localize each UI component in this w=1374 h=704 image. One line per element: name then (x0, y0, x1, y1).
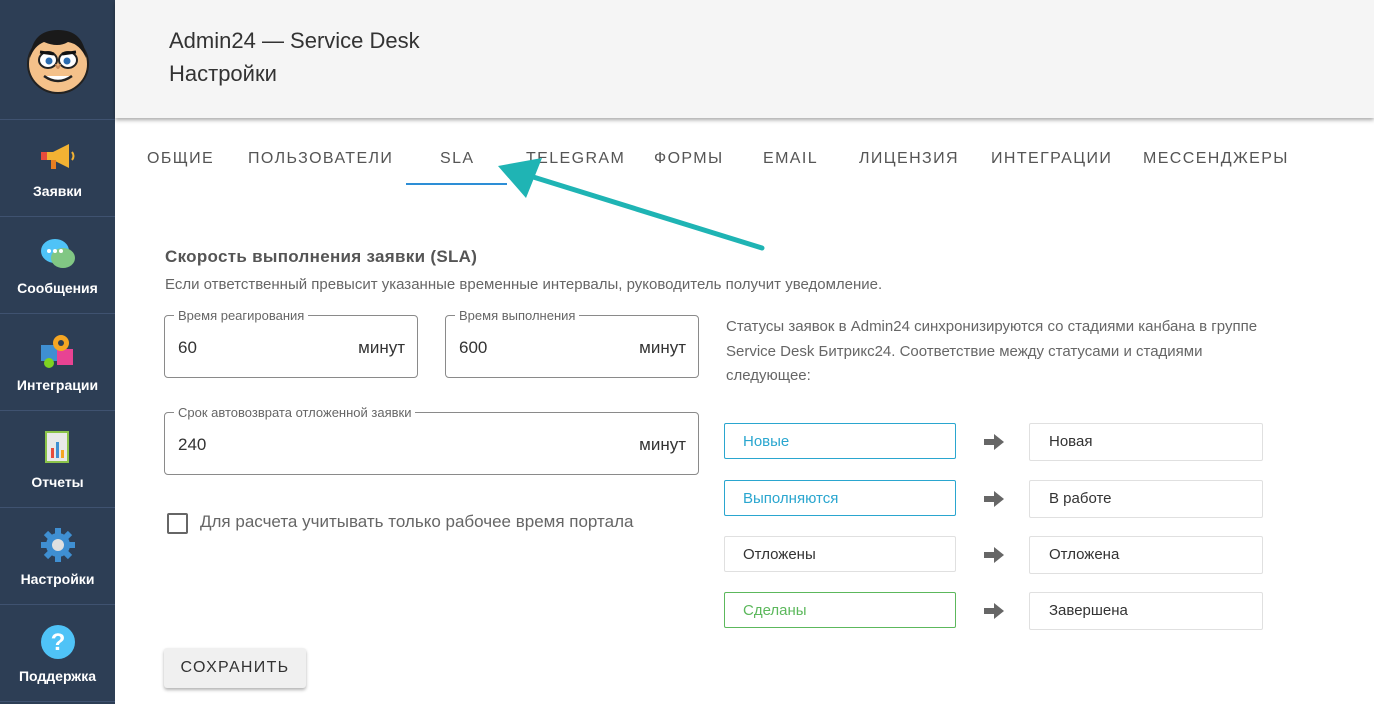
sidebar-item-label: Поддержка (18, 668, 97, 684)
status-sync-info: Статусы заявок в Admin24 синхронизируютс… (726, 318, 1258, 384)
tab-messengers[interactable]: МЕССЕНДЖЕРЫ (1143, 150, 1289, 168)
help-icon: ? (38, 622, 78, 662)
sidebar-item-messages[interactable]: Сообщения (0, 217, 115, 314)
execution-time-field[interactable]: Время выполнения 600 минут (445, 308, 699, 378)
tab-sla[interactable]: SLA (440, 150, 474, 168)
sidebar-item-integrations[interactable]: Интеграции (0, 314, 115, 411)
reaction-time-field[interactable]: Время реагирования 60 минут (164, 308, 418, 378)
field-value[interactable]: 240 (178, 435, 206, 455)
chat-bubbles-icon (38, 234, 78, 274)
puzzle-gear-icon (38, 331, 78, 371)
stage-done: Завершена (1029, 592, 1263, 630)
sla-section-title: Скорость выполнения заявки (SLA) (165, 247, 478, 266)
workhours-checkbox-label[interactable]: Для расчета учитывать только рабочее вре… (200, 512, 633, 532)
field-label: Время реагирования (174, 308, 309, 323)
report-icon (38, 428, 78, 468)
page-header: Admin24 — Service Desk Настройки (115, 0, 1374, 118)
arrow-right-icon (984, 491, 1004, 507)
sidebar-item-label: Интеграции (16, 377, 99, 393)
stage-new: Новая (1029, 423, 1263, 461)
field-unit: минут (639, 435, 686, 454)
arrow-right-icon (984, 434, 1004, 450)
tab-license[interactable]: ЛИЦЕНЗИЯ (859, 150, 959, 168)
sidebar-item-label: Заявки (33, 183, 82, 199)
field-value[interactable]: 60 (178, 338, 197, 358)
stage-in-progress: В работе (1029, 480, 1263, 518)
workhours-checkbox[interactable] (167, 513, 188, 534)
app-title: Admin24 — Service Desk (169, 28, 420, 53)
status-done: Сделаны (724, 592, 956, 628)
avatar[interactable] (0, 0, 115, 120)
page-title: Настройки (169, 61, 277, 86)
sidebar-item-support[interactable]: ? Поддержка (0, 605, 115, 702)
arrow-right-icon (984, 547, 1004, 563)
svg-text:?: ? (50, 629, 65, 656)
tab-general[interactable]: ОБЩИЕ (147, 150, 214, 168)
sidebar-item-label: Настройки (20, 571, 95, 587)
arrow-right-icon (984, 603, 1004, 619)
field-unit: минут (639, 338, 686, 357)
field-unit: минут (358, 338, 405, 357)
sidebar-item-reports[interactable]: Отчеты (0, 411, 115, 508)
sidebar-item-label: Отчеты (31, 474, 84, 490)
annotation-arrow-icon (498, 158, 765, 251)
gear-icon (38, 525, 78, 565)
sla-section-description: Если ответственный превысит указанные вр… (165, 276, 883, 293)
sidebar: Заявки Сообщения Интеграции Отчеты Настр… (0, 0, 115, 704)
autoreturn-field[interactable]: Срок автовозврата отложенной заявки 240 … (164, 405, 699, 475)
stage-postponed: Отложена (1029, 536, 1263, 574)
avatar-face-icon (26, 29, 89, 94)
sidebar-item-requests[interactable]: Заявки (0, 120, 115, 217)
megaphone-icon (38, 137, 78, 177)
field-value[interactable]: 600 (459, 338, 487, 358)
status-in-progress: Выполняются (724, 480, 956, 516)
status-postponed: Отложены (724, 536, 956, 572)
save-button[interactable]: СОХРАНИТЬ (164, 648, 306, 688)
status-new: Новые (724, 423, 956, 459)
tab-integrations[interactable]: ИНТЕГРАЦИИ (991, 150, 1112, 168)
sidebar-item-label: Сообщения (17, 280, 98, 296)
tab-users[interactable]: ПОЛЬЗОВАТЕЛИ (248, 150, 393, 168)
field-label: Время выполнения (455, 308, 580, 323)
field-label: Срок автовозврата отложенной заявки (174, 405, 416, 420)
sidebar-item-settings[interactable]: Настройки (0, 508, 115, 605)
